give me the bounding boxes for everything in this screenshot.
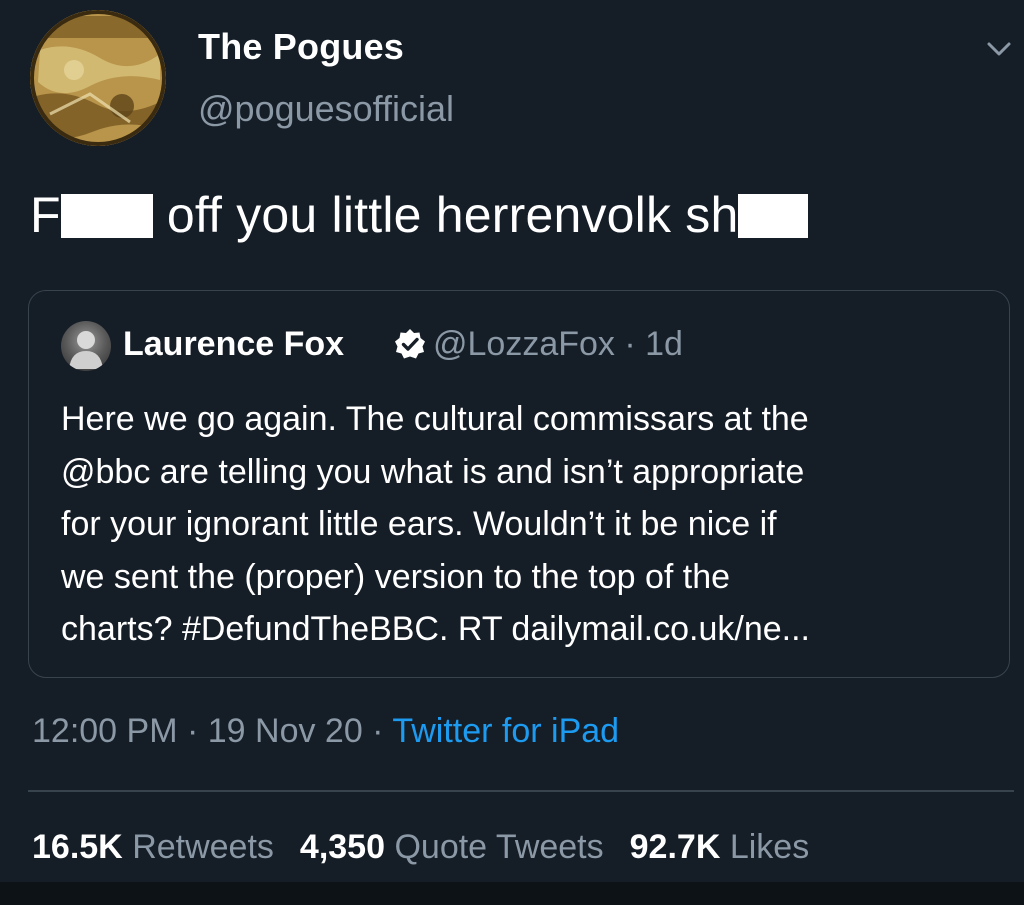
- author-avatar[interactable]: [30, 10, 166, 146]
- quote-tweets-label: Quote Tweets: [394, 828, 604, 866]
- quoted-tweet-line: Here we go again. The cultural commissar…: [61, 400, 809, 438]
- tweet-card: The Pogues @poguesofficial F off you lit…: [0, 0, 1024, 905]
- retweets-count: 16.5K: [32, 828, 123, 866]
- quoted-author-handle-time[interactable]: @LozzaFox · 1d: [433, 325, 683, 364]
- bottom-edge: [0, 882, 1024, 905]
- chevron-down-icon[interactable]: [984, 34, 1014, 64]
- quoted-tweet-text: Here we go again. The cultural commissar…: [61, 393, 991, 656]
- tweet-metadata: 12:00 PM · 19 Nov 20 · Twitter for iPad: [32, 712, 619, 751]
- quote-tweets-count: 4,350: [299, 828, 386, 866]
- quoted-author-name[interactable]: Laurence Fox: [123, 325, 344, 364]
- likes-stat[interactable]: 92.7K Likes: [630, 828, 810, 866]
- author-display-name[interactable]: The Pogues: [198, 26, 404, 68]
- quoted-tweet-line: we sent the (proper) version to the top …: [61, 557, 731, 596]
- person-avatar-icon: [69, 331, 103, 369]
- engagement-stats: 16.5K Retweets 4,350 Quote Tweets 92.7K Li…: [32, 828, 809, 867]
- tweet-timestamp[interactable]: 12:00 PM · 19 Nov 20 ·: [32, 712, 392, 750]
- quoted-tweet-line: for your ignorant little ears. Wouldn’t …: [61, 505, 777, 543]
- quote-tweets-stat[interactable]: 4,350 Quote Tweets: [300, 828, 604, 866]
- verified-badge-icon: [395, 329, 425, 359]
- tweet-source-link[interactable]: Twitter for iPad: [392, 712, 619, 750]
- likes-label: Likes: [729, 828, 810, 866]
- divider: [28, 790, 1014, 792]
- tweet-text: F off you little herrenvolk sh: [30, 186, 809, 244]
- retweets-stat[interactable]: 16.5K Retweets: [32, 828, 274, 866]
- author-handle[interactable]: @poguesofficial: [198, 88, 454, 130]
- quoted-tweet-line: charts? #DefundTheBBC. RT dailymail.co.u…: [61, 610, 810, 648]
- quoted-author-avatar[interactable]: [61, 321, 111, 371]
- album-cover-avatar-icon: [30, 10, 166, 146]
- quoted-tweet[interactable]: Laurence Fox @LozzaFox · 1d Here we go a…: [28, 290, 1010, 678]
- quoted-tweet-line: @bbc are telling you what is and isn’t a…: [61, 452, 805, 491]
- redaction-block: [60, 194, 153, 238]
- likes-count: 92.7K: [629, 828, 721, 866]
- tweet-text-end: off you little herrenvolk sh: [166, 187, 739, 243]
- retweets-label: Retweets: [132, 828, 274, 866]
- redaction-block: [738, 194, 809, 238]
- tweet-text-start: F: [30, 187, 61, 243]
